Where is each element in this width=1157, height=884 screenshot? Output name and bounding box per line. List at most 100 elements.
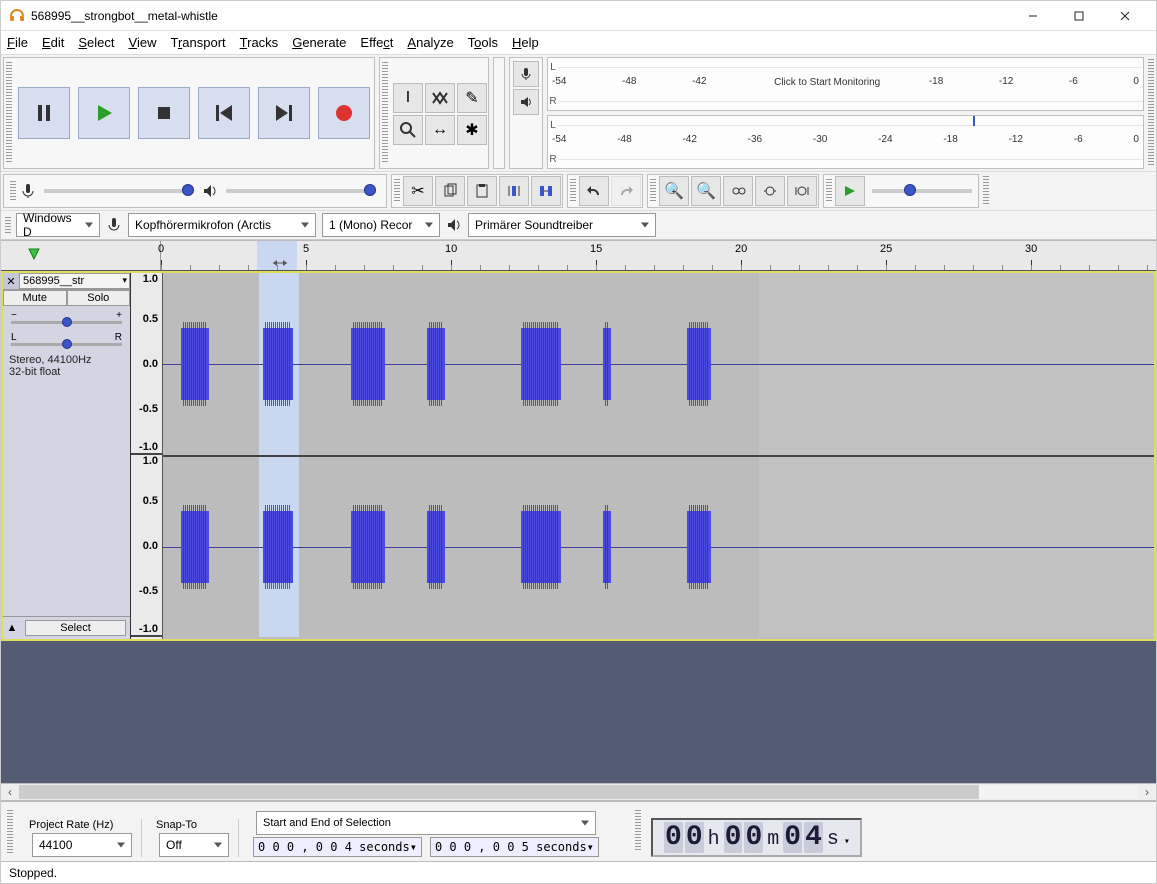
audio-host-dropdown[interactable]: Windows D	[16, 213, 100, 237]
gripper-icon[interactable]	[6, 62, 12, 164]
waveform-channel-right[interactable]	[163, 455, 1154, 637]
menu-edit[interactable]: Edit	[42, 35, 64, 50]
collapse-track-button[interactable]: ▲	[3, 622, 21, 634]
project-rate-dropdown[interactable]: 44100	[32, 833, 132, 857]
record-button[interactable]	[318, 87, 370, 139]
gripper-icon[interactable]	[570, 179, 576, 203]
menu-analyze[interactable]: Analyze	[407, 35, 453, 50]
play-at-speed-toolbar	[823, 174, 979, 208]
stop-button[interactable]	[138, 87, 190, 139]
playback-speed-slider[interactable]	[872, 189, 972, 193]
fit-project-button[interactable]	[755, 176, 785, 206]
selection-end-field[interactable]: 0 0 0 , 0 0 5 seconds▾	[430, 837, 599, 857]
selection-start-field[interactable]: 0 0 0 , 0 0 4 seconds▾	[253, 837, 422, 857]
tracks-area: ✕ 568995__str Mute Solo −+ LR Stereo, 44…	[1, 271, 1156, 783]
zoom-tool[interactable]	[393, 115, 423, 145]
waveform-channel-left[interactable]	[163, 273, 1154, 455]
skip-start-button[interactable]	[198, 87, 250, 139]
snap-to-dropdown[interactable]: Off	[159, 833, 229, 857]
timeshift-tool[interactable]: ↔	[425, 115, 455, 145]
selection-type-dropdown[interactable]: Start and End of Selection	[256, 811, 596, 835]
silence-button[interactable]	[531, 176, 561, 206]
menu-tracks[interactable]: Tracks	[240, 35, 279, 50]
gripper-icon[interactable]	[1148, 59, 1154, 167]
mic-icon	[103, 217, 125, 233]
track-container: ✕ 568995__str Mute Solo −+ LR Stereo, 44…	[1, 271, 1156, 641]
vertical-scale[interactable]: 1.0 0.5 0.0 -0.5 -1.0 1.0 0.5 0.0 -0.5 -…	[131, 273, 163, 639]
gripper-icon[interactable]	[983, 176, 989, 206]
track-name-dropdown[interactable]: 568995__str	[19, 273, 130, 289]
solo-button[interactable]: Solo	[67, 290, 131, 306]
speaker-icon	[443, 217, 465, 233]
speaker-icon-meter[interactable]	[513, 89, 539, 115]
play-button[interactable]	[78, 87, 130, 139]
window-title: 568995__strongbot__metal-whistle	[31, 9, 1010, 23]
undo-button[interactable]	[579, 176, 609, 206]
menu-bar: File Edit Select View Transport Tracks G…	[1, 31, 1156, 55]
transport-toolbar	[3, 57, 375, 169]
fit-selection-button[interactable]	[723, 176, 753, 206]
snap-to-label: Snap-To	[156, 819, 232, 831]
zoom-out-button[interactable]: 🔍−	[691, 176, 721, 206]
pan-slider[interactable]: LR	[11, 332, 122, 346]
selection-tool[interactable]: I	[393, 83, 423, 113]
track-close-button[interactable]: ✕	[3, 275, 19, 288]
menu-view[interactable]: View	[129, 35, 157, 50]
project-rate-label: Project Rate (Hz)	[29, 819, 135, 831]
gripper-icon[interactable]	[826, 179, 832, 203]
recording-device-dropdown[interactable]: Kopfhörermikrofon (Arctis	[128, 213, 316, 237]
time-position-display[interactable]: 00 h 00 m 04 s ▾	[651, 818, 862, 857]
redo-button[interactable]	[611, 176, 641, 206]
gripper-icon[interactable]	[394, 179, 400, 203]
menu-select[interactable]: Select	[78, 35, 114, 50]
gripper-icon[interactable]	[10, 181, 16, 201]
timeline-ruler[interactable]: 051015202530	[1, 241, 1156, 271]
menu-effect[interactable]: Effect	[360, 35, 393, 50]
scrollbar-thumb[interactable]	[19, 785, 979, 799]
menu-help[interactable]: Help	[512, 35, 539, 50]
gripper-icon[interactable]	[382, 62, 388, 164]
horizontal-scrollbar[interactable]: ‹ ›	[1, 783, 1156, 801]
paste-button[interactable]	[467, 176, 497, 206]
recording-channels-dropdown[interactable]: 1 (Mono) Recor	[322, 213, 440, 237]
scroll-right-button[interactable]: ›	[1138, 785, 1156, 799]
mute-button[interactable]: Mute	[3, 290, 67, 306]
close-button[interactable]	[1102, 2, 1148, 30]
meter-icons-col	[509, 57, 543, 169]
trim-button[interactable]	[499, 176, 529, 206]
gripper-icon[interactable]	[650, 179, 656, 203]
playback-device-dropdown[interactable]: Primärer Soundtreiber	[468, 213, 656, 237]
track-select-button[interactable]: Select	[25, 620, 126, 636]
skip-end-button[interactable]	[258, 87, 310, 139]
menu-tools[interactable]: Tools	[468, 35, 498, 50]
maximize-button[interactable]	[1056, 2, 1102, 30]
copy-button[interactable]	[435, 176, 465, 206]
recording-volume-slider[interactable]	[3, 174, 387, 208]
track-format-info: Stereo, 44100Hz 32-bit float	[3, 350, 130, 382]
cut-button[interactable]: ✂	[403, 176, 433, 206]
undo-redo-toolbar	[567, 174, 643, 208]
gripper-icon[interactable]	[5, 217, 11, 233]
gain-slider[interactable]: −+	[11, 310, 122, 324]
minimize-button[interactable]	[1010, 2, 1056, 30]
multi-tool[interactable]: ✱	[457, 115, 487, 145]
menu-file[interactable]: File	[7, 35, 28, 50]
playback-meter[interactable]: L -54-48-42-36-30-24-18-12-60 R	[547, 115, 1144, 169]
playback-volume-slider[interactable]	[226, 189, 376, 193]
mic-icon-meter[interactable]	[513, 61, 539, 87]
recording-meter[interactable]: L -54-48-42 Click to Start Monitoring -1…	[547, 57, 1144, 111]
menu-transport[interactable]: Transport	[170, 35, 225, 50]
pause-button[interactable]	[18, 87, 70, 139]
mic-icon	[18, 181, 38, 201]
ruler-drag-handle-icon[interactable]	[271, 258, 289, 271]
zoom-in-button[interactable]: 🔍+	[659, 176, 689, 206]
scroll-left-button[interactable]: ‹	[1, 785, 19, 799]
gripper-icon[interactable]	[635, 810, 641, 850]
envelope-tool[interactable]	[425, 83, 455, 113]
waveform-display[interactable]	[163, 273, 1154, 639]
draw-tool[interactable]: ✎	[457, 83, 487, 113]
menu-generate[interactable]: Generate	[292, 35, 346, 50]
play-at-speed-button[interactable]	[835, 176, 865, 206]
gripper-icon[interactable]	[7, 810, 13, 853]
zoom-toggle-button[interactable]	[787, 176, 817, 206]
